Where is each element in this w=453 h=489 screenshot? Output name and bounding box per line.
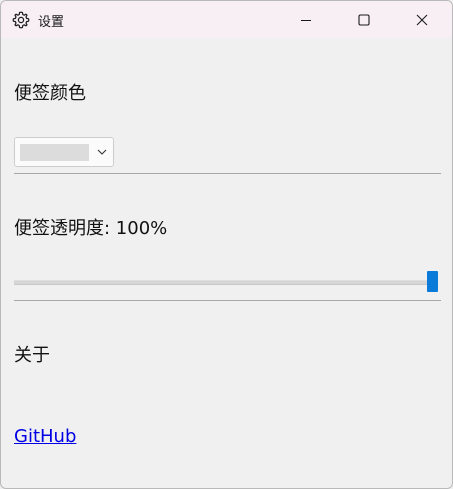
about-section-label: 关于 [14, 345, 50, 366]
opacity-section-label: 便签透明度: 100% [14, 214, 167, 240]
gear-icon [12, 11, 30, 29]
opacity-value: 100% [115, 218, 168, 239]
color-select-dropdown[interactable] [14, 137, 114, 167]
divider [14, 300, 441, 301]
color-swatch [20, 144, 89, 161]
chevron-down-icon [97, 149, 107, 155]
opacity-slider-thumb[interactable] [427, 271, 438, 292]
close-icon [416, 14, 428, 25]
divider [14, 173, 441, 174]
window-title: 设置 [38, 15, 65, 30]
title-bar[interactable]: 设置 [1, 1, 452, 38]
maximize-icon [358, 13, 370, 26]
close-button[interactable] [393, 1, 451, 38]
settings-window: 设置 便签颜色 便签透明度: 100% 关于 GitHub [0, 0, 453, 489]
github-link[interactable]: GitHub [14, 426, 76, 447]
opacity-slider-track[interactable] [14, 280, 438, 285]
opacity-label-text: 便签透明度: [14, 218, 116, 239]
maximize-button[interactable] [335, 1, 393, 38]
minimize-button[interactable] [277, 1, 335, 38]
color-section-label: 便签颜色 [14, 83, 86, 104]
minimize-icon [301, 19, 311, 21]
